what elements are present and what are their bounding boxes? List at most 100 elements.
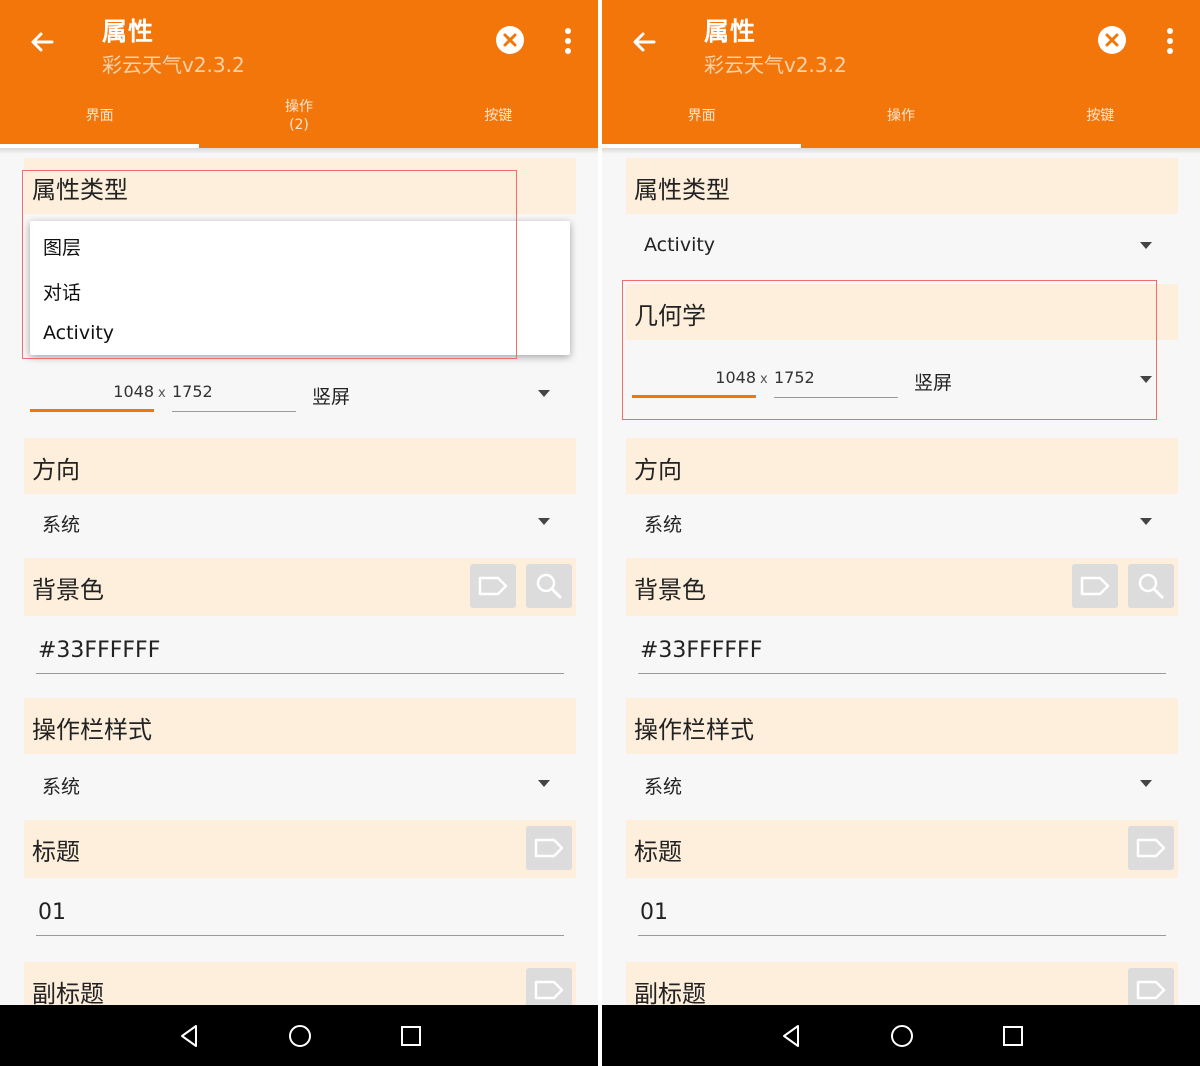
chevron-down-icon xyxy=(1140,242,1152,249)
section-label: 标题 xyxy=(634,838,682,866)
system-nav-bar xyxy=(602,1005,1200,1066)
label-tag-icon xyxy=(534,838,564,858)
input-value: #33FFFFFF xyxy=(640,638,763,663)
select-value: 系统 xyxy=(42,776,81,798)
back-arrow-icon[interactable] xyxy=(26,26,58,58)
label-tag-icon xyxy=(1136,838,1166,858)
tab-label: 界面 xyxy=(687,108,716,124)
label-tag-icon xyxy=(534,980,564,1000)
section-header-actionbar: 操作栏样式 xyxy=(626,698,1178,754)
section-label: 方向 xyxy=(32,456,80,484)
title-input[interactable]: 01 xyxy=(638,890,1166,936)
label-tag-button[interactable] xyxy=(470,564,516,608)
width-input[interactable]: 1048 xyxy=(30,368,154,412)
close-circle-icon[interactable] xyxy=(494,24,526,56)
close-circle-icon[interactable] xyxy=(1096,24,1128,56)
page-subtitle: 彩云天气v2.3.2 xyxy=(102,53,245,77)
section-label: 副标题 xyxy=(634,980,706,1008)
more-vert-icon[interactable] xyxy=(556,26,580,56)
chevron-down-icon[interactable] xyxy=(538,390,550,397)
section-header-title: 标题 xyxy=(626,820,1178,878)
bgcolor-input[interactable]: #33FFFFFF xyxy=(36,628,564,674)
more-vert-icon[interactable] xyxy=(1158,26,1182,56)
search-icon xyxy=(536,573,562,599)
select-value: Activity xyxy=(644,234,716,256)
section-header-bgcolor: 背景色 xyxy=(626,558,1178,616)
nav-home-icon[interactable] xyxy=(285,1021,315,1051)
label-tag-button[interactable] xyxy=(526,826,572,870)
section-actions xyxy=(526,826,572,870)
search-button[interactable] xyxy=(1128,564,1174,608)
input-value: 01 xyxy=(38,900,66,925)
section-label: 标题 xyxy=(32,838,80,866)
nav-back-icon[interactable] xyxy=(776,1021,806,1051)
search-icon xyxy=(1138,573,1164,599)
type-select[interactable]: Activity xyxy=(626,222,1178,270)
tab-label: 按键 xyxy=(484,108,513,124)
chevron-down-icon xyxy=(538,780,550,787)
section-header-direction: 方向 xyxy=(24,438,576,494)
label-tag-icon xyxy=(1136,980,1166,1000)
actionbar-select[interactable]: 系统 xyxy=(24,760,576,808)
section-header-actionbar: 操作栏样式 xyxy=(24,698,576,754)
tab-actions[interactable]: 操作 xyxy=(801,84,1000,148)
section-actions xyxy=(1072,564,1174,608)
page-subtitle: 彩云天气v2.3.2 xyxy=(704,53,847,77)
direction-select[interactable]: 系统 xyxy=(24,498,576,546)
times-sign: x xyxy=(158,386,166,401)
height-input[interactable]: 1752 xyxy=(172,368,296,412)
label-tag-icon xyxy=(478,576,508,596)
tab-bar: 界面 操作 按键 xyxy=(602,84,1200,148)
section-label: 操作栏样式 xyxy=(634,716,754,744)
section-header-type: 属性类型 xyxy=(626,158,1178,214)
select-value: 系统 xyxy=(644,514,683,536)
page-title: 属性 xyxy=(704,17,757,46)
label-tag-icon xyxy=(1080,576,1110,596)
appbar-shadow xyxy=(602,148,1200,154)
section-actions xyxy=(1128,826,1174,870)
label-tag-button[interactable] xyxy=(1072,564,1118,608)
nav-home-icon[interactable] xyxy=(887,1021,917,1051)
label-tag-button[interactable] xyxy=(1128,826,1174,870)
tab-ui[interactable]: 界面 xyxy=(0,84,199,148)
actionbar-select[interactable]: 系统 xyxy=(626,760,1178,808)
chevron-down-icon xyxy=(1140,518,1152,525)
orientation-select[interactable]: 竖屏 xyxy=(312,382,350,409)
nav-recents-icon[interactable] xyxy=(998,1021,1028,1051)
tab-keys[interactable]: 按键 xyxy=(1001,84,1200,148)
search-button[interactable] xyxy=(526,564,572,608)
title-input[interactable]: 01 xyxy=(36,890,564,936)
section-header-direction: 方向 xyxy=(626,438,1178,494)
section-header-title: 标题 xyxy=(24,820,576,878)
section-label: 副标题 xyxy=(32,980,104,1008)
input-value: #33FFFFFF xyxy=(38,638,161,663)
geometry-row: 1048 x 1752 竖屏 xyxy=(24,368,576,418)
section-label: 背景色 xyxy=(634,576,706,604)
bgcolor-input[interactable]: #33FFFFFF xyxy=(638,628,1166,674)
app-bar: 属性 彩云天气v2.3.2 界面 操作 (2) 按键 xyxy=(0,0,598,148)
tab-keys[interactable]: 按键 xyxy=(399,84,598,148)
app-bar: 属性 彩云天气v2.3.2 界面 操作 按键 xyxy=(602,0,1200,148)
tab-actions[interactable]: 操作 (2) xyxy=(199,84,398,148)
select-value: 系统 xyxy=(42,514,81,536)
phone-screen-right: 属性 彩云天气v2.3.2 界面 操作 按键 属性类型 Activity 几何学… xyxy=(602,0,1200,1066)
tab-label: 操作 xyxy=(284,99,313,115)
direction-select[interactable]: 系统 xyxy=(626,498,1178,546)
section-actions xyxy=(470,564,572,608)
height-value: 1752 xyxy=(172,382,213,401)
page-title: 属性 xyxy=(102,17,155,46)
select-value: 系统 xyxy=(644,776,683,798)
appbar-shadow xyxy=(0,148,598,154)
chevron-down-icon xyxy=(1140,780,1152,787)
section-label: 背景色 xyxy=(32,576,104,604)
section-header-bgcolor: 背景色 xyxy=(24,558,576,616)
chevron-down-icon xyxy=(538,518,550,525)
section-label: 方向 xyxy=(634,456,682,484)
highlight-box xyxy=(22,170,517,359)
nav-recents-icon[interactable] xyxy=(396,1021,426,1051)
back-arrow-icon[interactable] xyxy=(628,26,660,58)
tab-bar: 界面 操作 (2) 按键 xyxy=(0,84,598,148)
section-label: 操作栏样式 xyxy=(32,716,152,744)
nav-back-icon[interactable] xyxy=(174,1021,204,1051)
tab-ui[interactable]: 界面 xyxy=(602,84,801,148)
